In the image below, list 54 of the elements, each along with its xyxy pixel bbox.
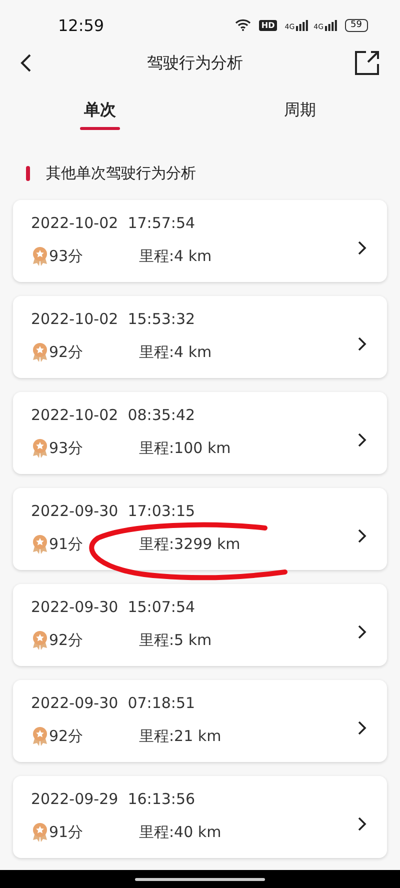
medal-icon [31,246,49,266]
trip-score: 92分 [49,726,84,746]
signal-icon [324,20,337,30]
trip-datetime: 2022-10-02 08:35:42 [31,406,196,424]
trip-card[interactable]: 2022-10-02 15:53:32 92分 里程:4 km [13,296,387,378]
trip-score: 92分 [49,630,84,650]
trip-card[interactable]: 2022-09-30 07:18:51 92分 里程:21 km [13,680,387,762]
trip-card[interactable]: 2022-09-29 16:13:56 91分 里程:40 km [13,776,387,858]
medal-icon [31,438,49,458]
trip-distance: 里程:21 km [139,726,222,746]
tab[interactable]: 周期 [200,86,400,144]
trip-datetime: 2022-09-30 15:07:54 [31,598,196,616]
trip-datetime: 2022-09-30 17:03:15 [31,502,196,520]
trip-datetime: 2022-10-02 17:57:54 [31,214,196,232]
medal-icon [31,726,49,746]
chevron-right-icon [357,241,367,255]
medal-icon [31,534,49,554]
chevron-right-icon [357,529,367,543]
trip-score: 91分 [49,822,84,842]
chevron-right-icon [357,721,367,735]
chevron-right-icon [357,337,367,351]
trip-distance: 里程:100 km [139,438,231,458]
trip-datetime: 2022-09-30 07:18:51 [31,694,196,712]
trip-card[interactable]: 2022-09-30 17:03:15 91分 里程:3299 km [13,488,387,570]
trip-distance: 里程:4 km [139,342,212,362]
trip-card[interactable]: 2022-09-30 15:07:54 92分 里程:5 km [13,584,387,666]
chevron-right-icon [357,433,367,447]
chevron-right-icon [357,625,367,639]
trip-distance: 里程:40 km [139,822,222,842]
trip-card[interactable]: 2022-10-02 17:57:54 93分 里程:4 km [13,200,387,282]
signal-icon [296,20,308,30]
hd-badge: HD [259,20,277,30]
battery-level: 59 [344,18,368,32]
trip-card[interactable]: 2022-10-02 08:35:42 93分 里程:100 km [13,392,387,474]
wifi-icon [235,19,252,31]
trip-datetime: 2022-10-02 15:53:32 [31,310,196,328]
trip-score: 93分 [49,246,84,266]
trip-distance: 里程:3299 km [139,534,240,554]
trip-score: 93分 [49,438,84,458]
medal-icon [31,822,49,842]
trip-score: 92分 [49,342,84,362]
share-button[interactable] [354,50,380,76]
tab[interactable]: 单次 [0,86,200,144]
trip-distance: 里程:4 km [139,246,212,266]
page-title: 驾驶行为分析 [146,52,244,74]
trip-datetime: 2022-09-29 16:13:56 [31,790,196,808]
section-title: 其他单次驾驶行为分析 [46,164,196,183]
trip-distance: 里程:5 km [139,630,212,650]
medal-icon [31,342,49,362]
home-indicator[interactable] [135,878,265,880]
chevron-right-icon [357,817,367,831]
status-time: 12:59 [58,16,106,34]
medal-icon [31,630,49,650]
trip-score: 91分 [49,534,84,554]
